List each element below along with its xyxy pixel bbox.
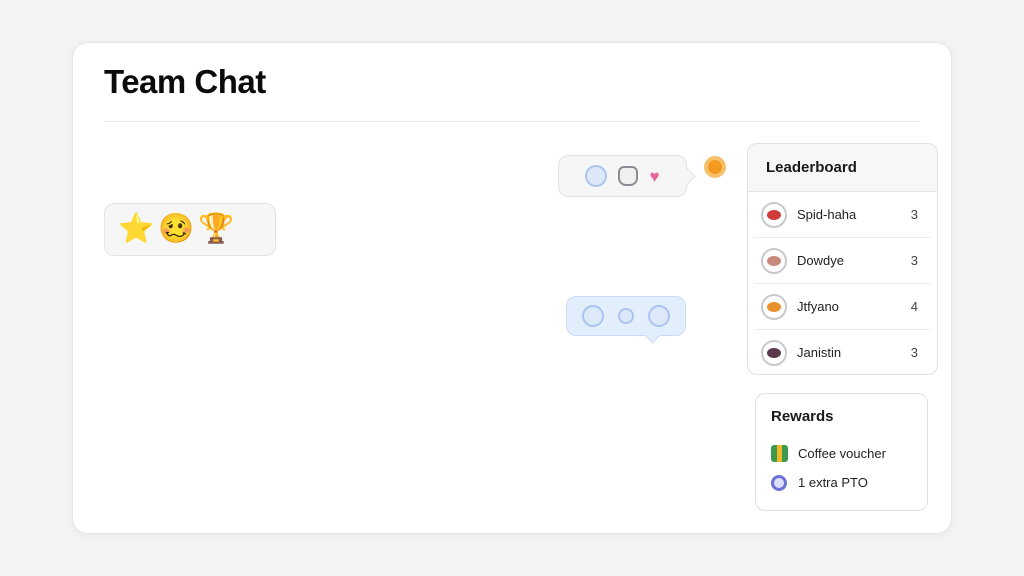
gift-icon (771, 445, 788, 462)
leaderboard-row[interactable]: Janistin 3 (754, 330, 931, 374)
leaderboard-name: Dowdye (797, 253, 844, 268)
leaderboard-score: 3 (910, 207, 918, 222)
leaderboard-panel: Leaderboard Spid-haha 3 Dowdye 3 Jtfyano… (747, 143, 938, 375)
leaderboard-name: Spid-haha (797, 207, 857, 222)
leaderboard-score: 4 (910, 299, 918, 314)
cup-icon (618, 166, 639, 186)
typing-dot-icon (582, 305, 604, 327)
message-bubble-reactions[interactable]: ♥ (558, 155, 687, 197)
leaderboard-name: Jtfyano (797, 299, 839, 314)
reward-item[interactable]: 1 extra PTO (771, 468, 912, 497)
divider (104, 121, 920, 122)
heart-icon: ♥ (649, 166, 660, 186)
typing-dot-icon (618, 308, 634, 324)
avatar (761, 293, 787, 320)
leaderboard-name: Janistin (797, 345, 842, 360)
leaderboard-score: 3 (910, 345, 918, 360)
woozy-face-icon: 🥴 (158, 213, 195, 245)
leaderboard-row[interactable]: Dowdye 3 (754, 238, 931, 284)
message-bubble-typing[interactable] (566, 296, 686, 336)
leaderboard-row[interactable]: Jtfyano 4 (754, 284, 931, 330)
chat-panel: Team Chat ⭐ 🥴 🏆 ♥ Leaderboard Spid-haha … (72, 42, 952, 534)
notification-dot-icon[interactable] (704, 156, 726, 178)
rewards-panel: Rewards Coffee voucher 1 extra PTO (755, 393, 928, 511)
page-title: Team Chat (104, 63, 266, 100)
trophy-icon: 🏆 (198, 213, 235, 245)
typing-dot-icon (648, 305, 670, 327)
chat-icon (771, 474, 787, 491)
avatar (761, 201, 787, 228)
reward-item[interactable]: Coffee voucher (771, 439, 912, 468)
star-icon: ⭐ (118, 213, 155, 245)
avatar (761, 339, 787, 366)
reward-label: 1 extra PTO (798, 475, 868, 490)
leaderboard-title: Leaderboard (748, 144, 937, 192)
leaderboard-score: 3 (910, 253, 918, 268)
leaderboard-row[interactable]: Spid-haha 3 (754, 192, 931, 238)
circle-icon (585, 165, 608, 187)
message-bubble-emojis[interactable]: ⭐ 🥴 🏆 (104, 203, 276, 256)
reward-label: Coffee voucher (798, 446, 886, 461)
avatar (761, 247, 787, 274)
rewards-title: Rewards (771, 408, 834, 425)
